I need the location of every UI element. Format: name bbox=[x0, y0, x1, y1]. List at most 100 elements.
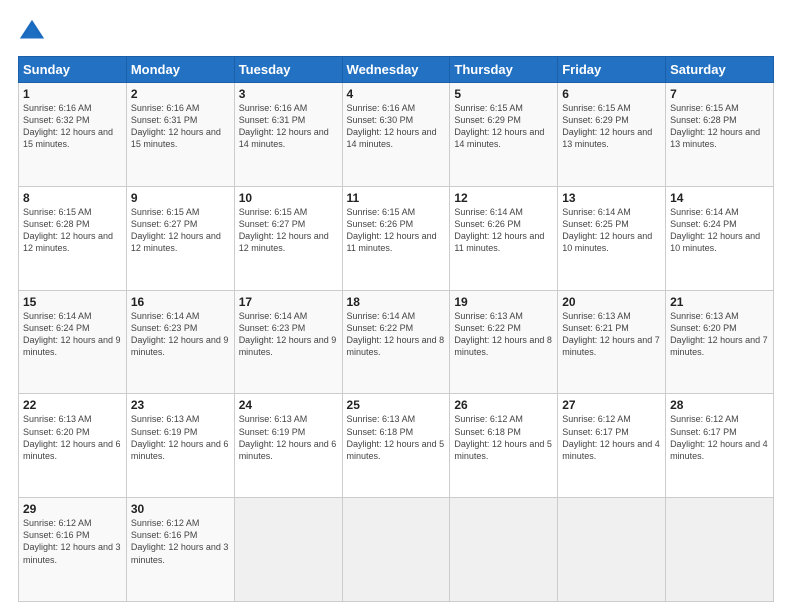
day-number: 29 bbox=[23, 502, 122, 516]
calendar-cell: 6Sunrise: 6:15 AMSunset: 6:29 PMDaylight… bbox=[558, 83, 666, 187]
day-number: 7 bbox=[670, 87, 769, 101]
calendar-cell: 16Sunrise: 6:14 AMSunset: 6:23 PMDayligh… bbox=[126, 290, 234, 394]
calendar-cell: 8Sunrise: 6:15 AMSunset: 6:28 PMDaylight… bbox=[19, 186, 127, 290]
cell-info: Sunrise: 6:14 AMSunset: 6:24 PMDaylight:… bbox=[23, 310, 122, 359]
calendar-cell bbox=[234, 498, 342, 602]
calendar-cell: 21Sunrise: 6:13 AMSunset: 6:20 PMDayligh… bbox=[666, 290, 774, 394]
cell-info: Sunrise: 6:15 AMSunset: 6:27 PMDaylight:… bbox=[239, 206, 338, 255]
cell-info: Sunrise: 6:14 AMSunset: 6:23 PMDaylight:… bbox=[131, 310, 230, 359]
day-number: 22 bbox=[23, 398, 122, 412]
cell-info: Sunrise: 6:15 AMSunset: 6:28 PMDaylight:… bbox=[670, 102, 769, 151]
cell-info: Sunrise: 6:13 AMSunset: 6:19 PMDaylight:… bbox=[131, 413, 230, 462]
day-number: 2 bbox=[131, 87, 230, 101]
calendar-cell bbox=[450, 498, 558, 602]
calendar-week-row: 15Sunrise: 6:14 AMSunset: 6:24 PMDayligh… bbox=[19, 290, 774, 394]
weekday-header: Sunday bbox=[19, 57, 127, 83]
calendar-week-row: 8Sunrise: 6:15 AMSunset: 6:28 PMDaylight… bbox=[19, 186, 774, 290]
calendar-cell: 3Sunrise: 6:16 AMSunset: 6:31 PMDaylight… bbox=[234, 83, 342, 187]
weekday-header: Wednesday bbox=[342, 57, 450, 83]
day-number: 21 bbox=[670, 295, 769, 309]
calendar-table: SundayMondayTuesdayWednesdayThursdayFrid… bbox=[18, 56, 774, 602]
logo-icon bbox=[18, 18, 46, 46]
day-number: 23 bbox=[131, 398, 230, 412]
day-number: 11 bbox=[347, 191, 446, 205]
day-number: 19 bbox=[454, 295, 553, 309]
weekday-header: Saturday bbox=[666, 57, 774, 83]
page: SundayMondayTuesdayWednesdayThursdayFrid… bbox=[0, 0, 792, 612]
day-number: 24 bbox=[239, 398, 338, 412]
calendar-cell: 22Sunrise: 6:13 AMSunset: 6:20 PMDayligh… bbox=[19, 394, 127, 498]
day-number: 10 bbox=[239, 191, 338, 205]
calendar-week-row: 22Sunrise: 6:13 AMSunset: 6:20 PMDayligh… bbox=[19, 394, 774, 498]
cell-info: Sunrise: 6:14 AMSunset: 6:24 PMDaylight:… bbox=[670, 206, 769, 255]
cell-info: Sunrise: 6:13 AMSunset: 6:22 PMDaylight:… bbox=[454, 310, 553, 359]
day-number: 28 bbox=[670, 398, 769, 412]
cell-info: Sunrise: 6:15 AMSunset: 6:27 PMDaylight:… bbox=[131, 206, 230, 255]
day-number: 20 bbox=[562, 295, 661, 309]
day-number: 18 bbox=[347, 295, 446, 309]
day-number: 17 bbox=[239, 295, 338, 309]
calendar-cell bbox=[666, 498, 774, 602]
cell-info: Sunrise: 6:14 AMSunset: 6:25 PMDaylight:… bbox=[562, 206, 661, 255]
calendar-cell: 5Sunrise: 6:15 AMSunset: 6:29 PMDaylight… bbox=[450, 83, 558, 187]
cell-info: Sunrise: 6:14 AMSunset: 6:23 PMDaylight:… bbox=[239, 310, 338, 359]
day-number: 14 bbox=[670, 191, 769, 205]
cell-info: Sunrise: 6:16 AMSunset: 6:31 PMDaylight:… bbox=[239, 102, 338, 151]
day-number: 15 bbox=[23, 295, 122, 309]
cell-info: Sunrise: 6:12 AMSunset: 6:18 PMDaylight:… bbox=[454, 413, 553, 462]
calendar-cell: 4Sunrise: 6:16 AMSunset: 6:30 PMDaylight… bbox=[342, 83, 450, 187]
day-number: 6 bbox=[562, 87, 661, 101]
logo bbox=[18, 18, 48, 46]
calendar-cell: 30Sunrise: 6:12 AMSunset: 6:16 PMDayligh… bbox=[126, 498, 234, 602]
cell-info: Sunrise: 6:15 AMSunset: 6:29 PMDaylight:… bbox=[454, 102, 553, 151]
calendar-cell: 27Sunrise: 6:12 AMSunset: 6:17 PMDayligh… bbox=[558, 394, 666, 498]
day-number: 9 bbox=[131, 191, 230, 205]
day-number: 8 bbox=[23, 191, 122, 205]
day-number: 12 bbox=[454, 191, 553, 205]
cell-info: Sunrise: 6:16 AMSunset: 6:32 PMDaylight:… bbox=[23, 102, 122, 151]
day-number: 1 bbox=[23, 87, 122, 101]
weekday-header: Monday bbox=[126, 57, 234, 83]
calendar-week-row: 29Sunrise: 6:12 AMSunset: 6:16 PMDayligh… bbox=[19, 498, 774, 602]
calendar-cell: 26Sunrise: 6:12 AMSunset: 6:18 PMDayligh… bbox=[450, 394, 558, 498]
cell-info: Sunrise: 6:12 AMSunset: 6:16 PMDaylight:… bbox=[23, 517, 122, 566]
calendar-cell: 15Sunrise: 6:14 AMSunset: 6:24 PMDayligh… bbox=[19, 290, 127, 394]
day-number: 27 bbox=[562, 398, 661, 412]
calendar-cell: 24Sunrise: 6:13 AMSunset: 6:19 PMDayligh… bbox=[234, 394, 342, 498]
calendar-cell bbox=[558, 498, 666, 602]
calendar-cell: 29Sunrise: 6:12 AMSunset: 6:16 PMDayligh… bbox=[19, 498, 127, 602]
cell-info: Sunrise: 6:15 AMSunset: 6:29 PMDaylight:… bbox=[562, 102, 661, 151]
cell-info: Sunrise: 6:13 AMSunset: 6:18 PMDaylight:… bbox=[347, 413, 446, 462]
calendar-cell: 28Sunrise: 6:12 AMSunset: 6:17 PMDayligh… bbox=[666, 394, 774, 498]
cell-info: Sunrise: 6:13 AMSunset: 6:20 PMDaylight:… bbox=[23, 413, 122, 462]
day-number: 30 bbox=[131, 502, 230, 516]
calendar-cell: 19Sunrise: 6:13 AMSunset: 6:22 PMDayligh… bbox=[450, 290, 558, 394]
cell-info: Sunrise: 6:12 AMSunset: 6:17 PMDaylight:… bbox=[562, 413, 661, 462]
calendar-cell: 1Sunrise: 6:16 AMSunset: 6:32 PMDaylight… bbox=[19, 83, 127, 187]
cell-info: Sunrise: 6:13 AMSunset: 6:19 PMDaylight:… bbox=[239, 413, 338, 462]
calendar-cell: 20Sunrise: 6:13 AMSunset: 6:21 PMDayligh… bbox=[558, 290, 666, 394]
weekday-header: Thursday bbox=[450, 57, 558, 83]
day-number: 16 bbox=[131, 295, 230, 309]
day-number: 13 bbox=[562, 191, 661, 205]
calendar-cell bbox=[342, 498, 450, 602]
cell-info: Sunrise: 6:14 AMSunset: 6:26 PMDaylight:… bbox=[454, 206, 553, 255]
weekday-header: Tuesday bbox=[234, 57, 342, 83]
cell-info: Sunrise: 6:14 AMSunset: 6:22 PMDaylight:… bbox=[347, 310, 446, 359]
calendar-cell: 23Sunrise: 6:13 AMSunset: 6:19 PMDayligh… bbox=[126, 394, 234, 498]
cell-info: Sunrise: 6:13 AMSunset: 6:20 PMDaylight:… bbox=[670, 310, 769, 359]
cell-info: Sunrise: 6:16 AMSunset: 6:31 PMDaylight:… bbox=[131, 102, 230, 151]
day-number: 5 bbox=[454, 87, 553, 101]
header bbox=[18, 18, 774, 46]
calendar-cell: 17Sunrise: 6:14 AMSunset: 6:23 PMDayligh… bbox=[234, 290, 342, 394]
day-number: 25 bbox=[347, 398, 446, 412]
calendar-cell: 25Sunrise: 6:13 AMSunset: 6:18 PMDayligh… bbox=[342, 394, 450, 498]
cell-info: Sunrise: 6:12 AMSunset: 6:16 PMDaylight:… bbox=[131, 517, 230, 566]
day-number: 26 bbox=[454, 398, 553, 412]
calendar-cell: 18Sunrise: 6:14 AMSunset: 6:22 PMDayligh… bbox=[342, 290, 450, 394]
cell-info: Sunrise: 6:15 AMSunset: 6:28 PMDaylight:… bbox=[23, 206, 122, 255]
calendar-cell: 7Sunrise: 6:15 AMSunset: 6:28 PMDaylight… bbox=[666, 83, 774, 187]
cell-info: Sunrise: 6:15 AMSunset: 6:26 PMDaylight:… bbox=[347, 206, 446, 255]
calendar-header-row: SundayMondayTuesdayWednesdayThursdayFrid… bbox=[19, 57, 774, 83]
calendar-cell: 14Sunrise: 6:14 AMSunset: 6:24 PMDayligh… bbox=[666, 186, 774, 290]
